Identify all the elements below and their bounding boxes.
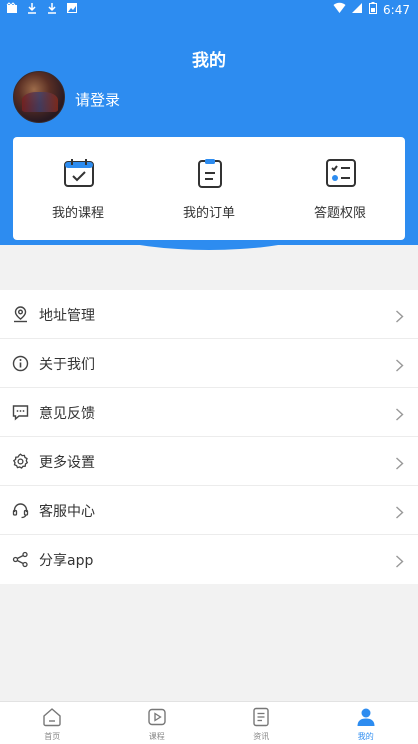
menu-item-settings[interactable]: 更多设置 xyxy=(0,437,418,486)
answer-permission-label: 答题权限 xyxy=(313,206,366,221)
share-icon xyxy=(12,551,29,568)
battery-icon xyxy=(369,2,378,17)
checklist-icon xyxy=(325,157,357,189)
menu-label: 关于我们 xyxy=(39,357,95,373)
my-orders-label: 我的订单 xyxy=(182,206,235,221)
menu-label: 更多设置 xyxy=(39,455,95,471)
tab-label: 课程 xyxy=(148,732,165,741)
signal-icon xyxy=(352,2,363,17)
quick-actions-card: 我的课程 我的订单 答题权限 xyxy=(13,137,405,240)
tab-label: 首页 xyxy=(44,732,61,741)
document-icon xyxy=(251,707,271,727)
menu-label: 分享app xyxy=(39,553,94,569)
chevron-right-icon xyxy=(395,455,404,470)
headset-icon xyxy=(12,502,29,519)
menu-item-support[interactable]: 客服中心 xyxy=(0,486,418,535)
notification-icons xyxy=(6,2,78,14)
gear-icon xyxy=(12,453,29,470)
my-orders-button[interactable]: 我的订单 xyxy=(144,137,274,240)
system-icons: 6:47 xyxy=(333,2,410,17)
tab-label: 资讯 xyxy=(253,732,270,741)
download-icon xyxy=(26,2,38,14)
clipboard-icon xyxy=(194,157,226,189)
home-icon xyxy=(42,707,62,727)
chevron-right-icon xyxy=(395,308,404,323)
info-icon xyxy=(12,355,29,372)
menu-label: 意见反馈 xyxy=(39,406,95,422)
play-icon xyxy=(147,707,167,727)
tab-mine[interactable]: 我的 xyxy=(314,702,418,744)
chevron-right-icon xyxy=(395,553,404,568)
avatar[interactable] xyxy=(13,71,65,123)
tab-news[interactable]: 资讯 xyxy=(209,702,314,744)
status-time: 6:47 xyxy=(383,2,410,17)
menu-item-about[interactable]: 关于我们 xyxy=(0,339,418,388)
menu-item-share[interactable]: 分享app xyxy=(0,535,418,584)
chevron-right-icon xyxy=(395,504,404,519)
tab-courses[interactable]: 课程 xyxy=(105,702,210,744)
tab-home[interactable]: 首页 xyxy=(0,702,105,744)
image-icon xyxy=(66,2,78,14)
menu-item-address[interactable]: 地址管理 xyxy=(0,290,418,339)
menu-item-feedback[interactable]: 意见反馈 xyxy=(0,388,418,437)
wifi-icon xyxy=(333,2,346,17)
download-icon xyxy=(46,2,58,14)
clapper-icon xyxy=(6,2,18,14)
location-pin-icon xyxy=(12,306,29,323)
bottom-tab-bar: 首页 课程 资讯 我的 xyxy=(0,701,418,744)
menu-label: 地址管理 xyxy=(39,308,95,324)
chevron-right-icon xyxy=(395,406,404,421)
my-courses-button[interactable]: 我的课程 xyxy=(13,137,143,240)
settings-menu: 地址管理 关于我们 意见反馈 更多设置 客服中心 分享app xyxy=(0,290,418,584)
my-courses-label: 我的课程 xyxy=(51,206,104,221)
tab-label: 我的 xyxy=(357,732,374,741)
answer-permission-button[interactable]: 答题权限 xyxy=(275,137,405,240)
status-bar: 6:47 xyxy=(0,0,418,20)
person-icon xyxy=(356,707,376,727)
chevron-right-icon xyxy=(395,357,404,372)
chat-icon xyxy=(12,404,29,421)
page-title: 我的 xyxy=(192,51,226,71)
menu-label: 客服中心 xyxy=(39,504,95,520)
calendar-icon xyxy=(63,157,95,189)
login-link[interactable]: 请登录 xyxy=(75,89,120,110)
